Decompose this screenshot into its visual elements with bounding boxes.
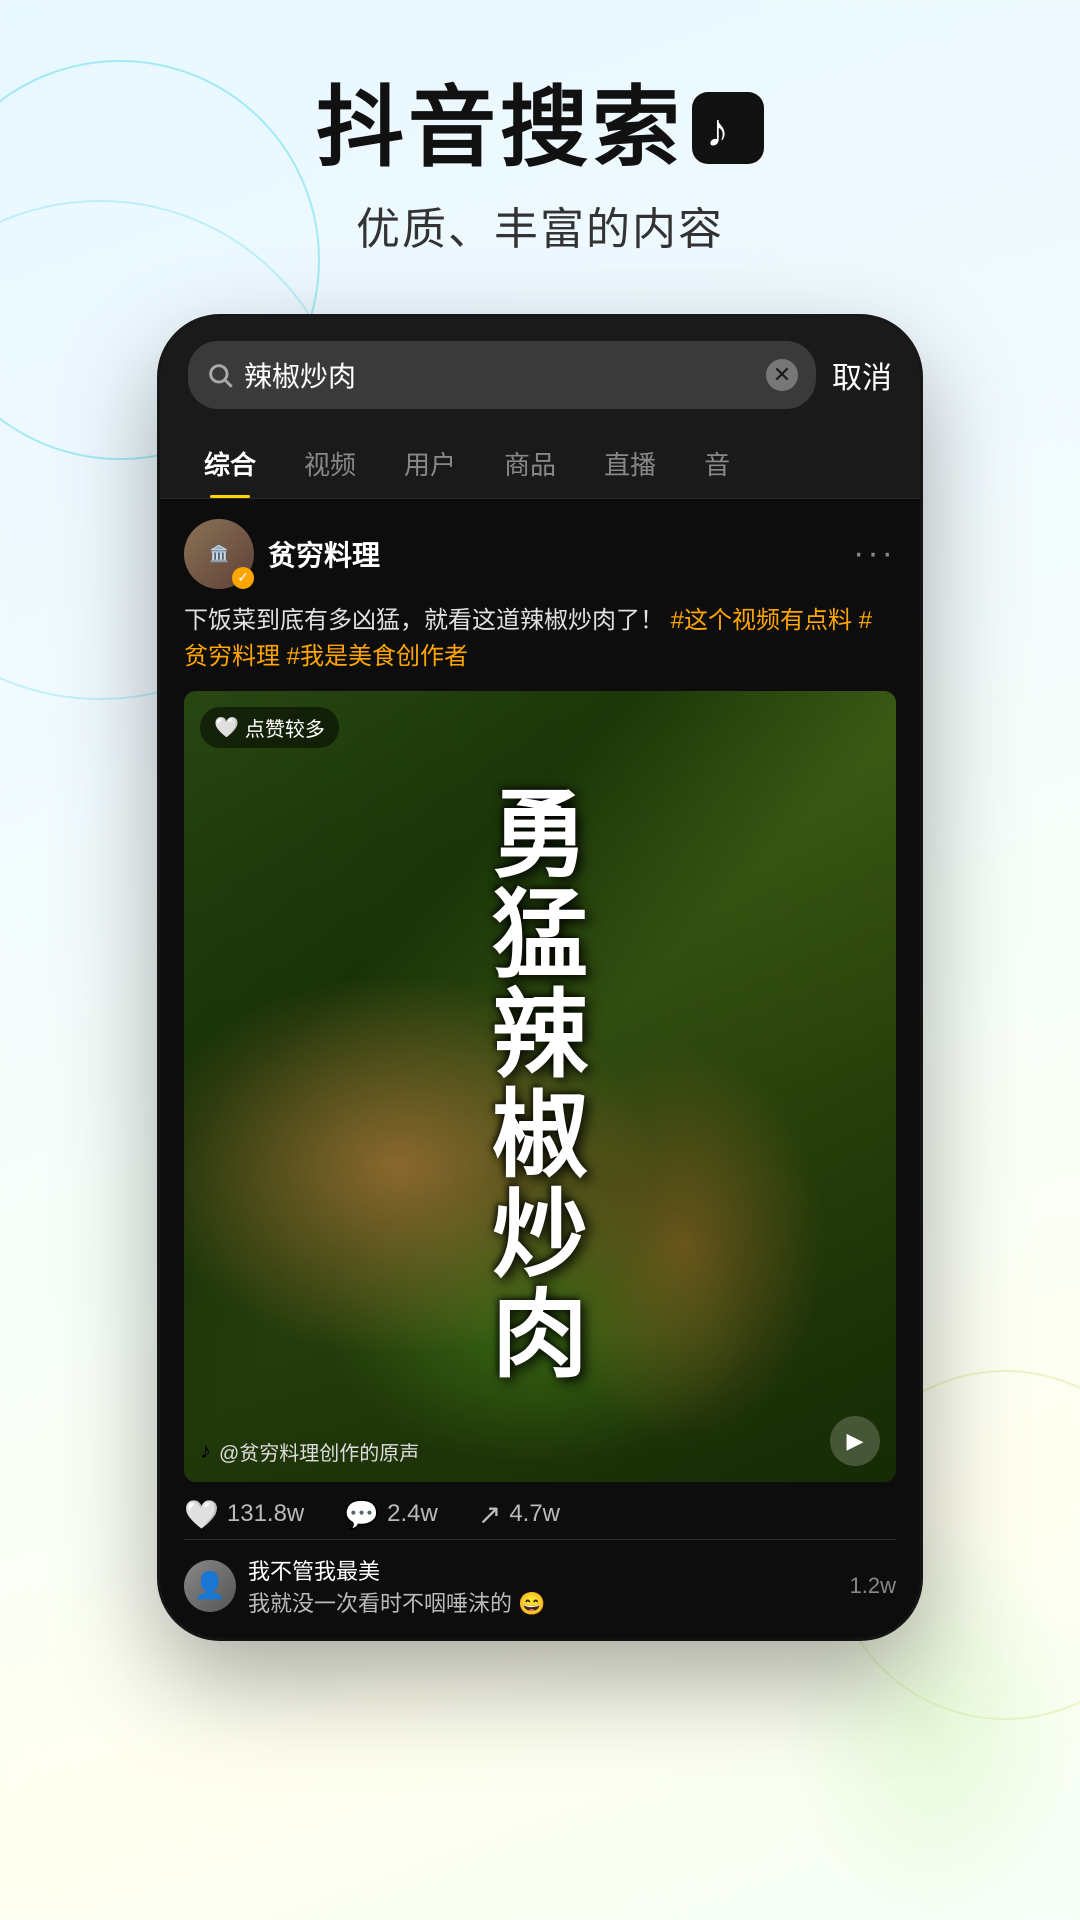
comment-text: 我就没一次看时不咽唾沫的	[248, 1591, 512, 1616]
tab-comprehensive[interactable]: 综合	[180, 429, 280, 498]
share-stat-icon: ↗	[478, 1498, 501, 1531]
like-badge-text: 点赞较多	[245, 713, 325, 742]
user-info: 🏛️ ✓ 贫穷料理	[184, 519, 380, 589]
stats-row: 🤍 131.8w 💬 2.4w ↗ 4.7w	[184, 1482, 896, 1539]
tiktok-logo-icon: ♪	[692, 92, 764, 164]
video-char-2: 猛	[492, 888, 588, 984]
app-title: 抖音搜索	[316, 80, 684, 177]
comment-text-wrap: 我不管我最美 我就没一次看时不咽唾沫的 😄	[248, 1554, 546, 1618]
audio-row[interactable]: ♪ @贫穷料理创作的原声	[200, 1437, 419, 1466]
phone-frame: 辣椒炒肉 ✕ 取消 综合 视频 用户 商品 直播 音	[160, 317, 920, 1638]
heart-stat-icon: 🤍	[184, 1498, 219, 1531]
commenter-avatar: 👤	[184, 1560, 236, 1612]
hashtag-3[interactable]: #我是美食创作者	[287, 643, 468, 670]
shares-stat[interactable]: ↗ 4.7w	[478, 1498, 560, 1531]
username[interactable]: 贫穷料理	[268, 534, 380, 574]
avatar-icon: 🏛️	[209, 544, 229, 564]
video-thumbnail[interactable]: 勇 猛 辣 椒 炒 肉 🤍 点赞较多 ♪ @贫	[184, 691, 896, 1482]
phone-container: 辣椒炒肉 ✕ 取消 综合 视频 用户 商品 直播 音	[0, 317, 1080, 1638]
svg-text:♪: ♪	[706, 104, 733, 156]
header-section: 抖音搜索 ♪ 优质、丰富的内容	[0, 0, 1080, 297]
subtitle: 优质、丰富的内容	[0, 193, 1080, 257]
clear-button[interactable]: ✕	[766, 359, 798, 391]
video-char-6: 肉	[492, 1288, 588, 1384]
heart-icon: 🤍	[214, 715, 239, 740]
tiktok-audio-icon: ♪	[200, 1438, 211, 1464]
play-button[interactable]: ▶	[830, 1416, 880, 1466]
commenter-info: 👤 我不管我最美 我就没一次看时不咽唾沫的 😄	[184, 1554, 546, 1618]
audio-label: @贫穷料理创作的原声	[219, 1437, 419, 1466]
likes-stat[interactable]: 🤍 131.8w	[184, 1498, 304, 1531]
tab-live[interactable]: 直播	[580, 429, 680, 498]
video-char-5: 炒	[492, 1188, 588, 1284]
tab-user[interactable]: 用户	[380, 429, 480, 498]
comments-count: 2.4w	[387, 1500, 438, 1528]
comment-body: 我就没一次看时不咽唾沫的 😄	[248, 1586, 546, 1618]
search-icon	[206, 361, 234, 389]
tab-product[interactable]: 商品	[480, 429, 580, 498]
verified-badge: ✓	[232, 567, 254, 589]
search-query: 辣椒炒肉	[244, 355, 756, 395]
hashtag-1[interactable]: #这个视频有点料	[671, 607, 852, 634]
comment-emoji: 😄	[518, 1591, 545, 1616]
search-bar-area: 辣椒炒肉 ✕ 取消	[160, 317, 920, 425]
commenter-name[interactable]: 我不管我最美	[248, 1554, 546, 1586]
main-title: 抖音搜索 ♪	[0, 80, 1080, 177]
avatar-wrap[interactable]: 🏛️ ✓	[184, 519, 254, 589]
video-char-3: 辣	[492, 988, 588, 1084]
video-bg: 勇 猛 辣 椒 炒 肉 🤍 点赞较多 ♪ @贫	[184, 691, 896, 1482]
video-char-4: 椒	[492, 1088, 588, 1184]
likes-count: 131.8w	[227, 1500, 304, 1528]
cancel-button[interactable]: 取消	[832, 353, 892, 397]
post-text-prefix: 下饭菜到底有多凶猛，就看这道辣椒炒肉了！	[184, 607, 664, 634]
shares-count: 4.7w	[509, 1500, 560, 1528]
comments-stat[interactable]: 💬 2.4w	[344, 1498, 438, 1531]
search-input-wrap[interactable]: 辣椒炒肉 ✕	[188, 341, 816, 409]
more-button[interactable]: ···	[853, 534, 896, 573]
like-badge: 🤍 点赞较多	[200, 707, 339, 748]
tab-video[interactable]: 视频	[280, 429, 380, 498]
user-row: 🏛️ ✓ 贫穷料理 ···	[184, 519, 896, 589]
comment-count: 1.2w	[850, 1573, 896, 1599]
post-text: 下饭菜到底有多凶猛，就看这道辣椒炒肉了！ #这个视频有点料 #贫穷料理 #我是美…	[184, 603, 896, 675]
video-char-1: 勇	[492, 788, 588, 884]
comment-stat-icon: 💬	[344, 1498, 379, 1531]
commenter-avatar-icon: 👤	[194, 1570, 226, 1601]
comment-row: 👤 我不管我最美 我就没一次看时不咽唾沫的 😄 1.2w	[184, 1539, 896, 1618]
content-area: 🏛️ ✓ 贫穷料理 ··· 下饭菜到底有多凶猛，就看这道辣椒炒肉了！ #这个视频…	[160, 499, 920, 1638]
tab-audio[interactable]: 音	[680, 429, 754, 498]
tabs-row: 综合 视频 用户 商品 直播 音	[160, 425, 920, 499]
